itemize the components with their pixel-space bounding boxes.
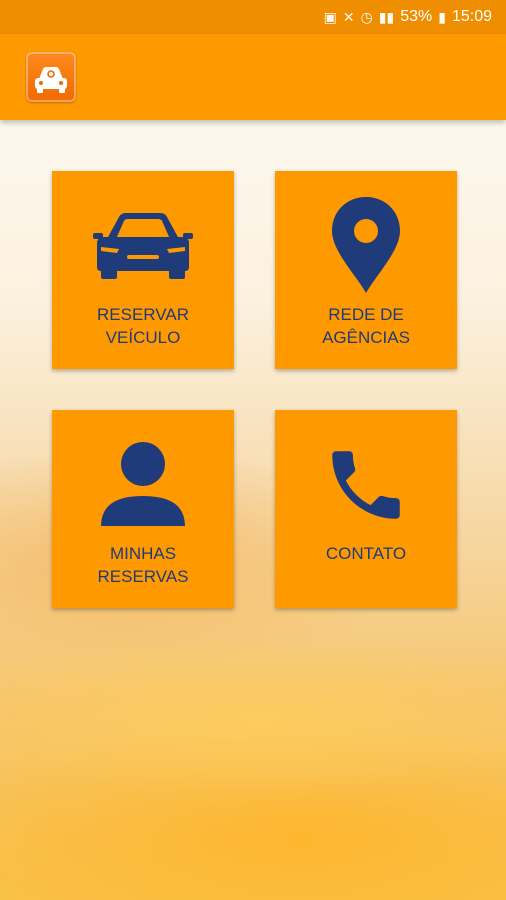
car-logo-icon <box>35 67 67 93</box>
contato-label: CONTATO <box>325 544 407 563</box>
rede-de-agencias-tile[interactable]: REDE DE AGÊNCIAS <box>275 171 457 369</box>
minhas-reservas-label: MINHAS RESERVAS <box>97 544 189 586</box>
car-icon <box>93 213 193 279</box>
battery-icon: ▮ <box>438 8 446 25</box>
rede-de-agencias-label: REDE DE AGÊNCIAS <box>322 305 410 347</box>
battery-percent: 53% <box>400 8 433 25</box>
reservar-veiculo-label: RESERVAR VEÍCULO <box>97 305 189 347</box>
contato-tile[interactable]: CONTATO <box>275 410 457 608</box>
clock: 15:09 <box>451 8 492 25</box>
app-logo[interactable] <box>26 52 76 102</box>
reservar-veiculo-tile[interactable]: RESERVAR VEÍCULO <box>52 171 234 369</box>
minhas-reservas-tile[interactable]: MINHAS RESERVAS <box>52 410 234 608</box>
person-icon <box>101 442 185 526</box>
app-bar <box>0 34 506 120</box>
mute-icon: ✕ <box>342 8 355 25</box>
signal-icon: ▮▮ <box>378 8 395 25</box>
notification-icon: ▣ <box>323 8 337 25</box>
phone-icon <box>332 451 400 519</box>
alarm-icon: ◷ <box>360 8 373 25</box>
status-bar: ▣ ✕ ◷ ▮▮ 53% ▮ 15:09 <box>0 0 506 34</box>
map-pin-icon <box>332 197 400 293</box>
